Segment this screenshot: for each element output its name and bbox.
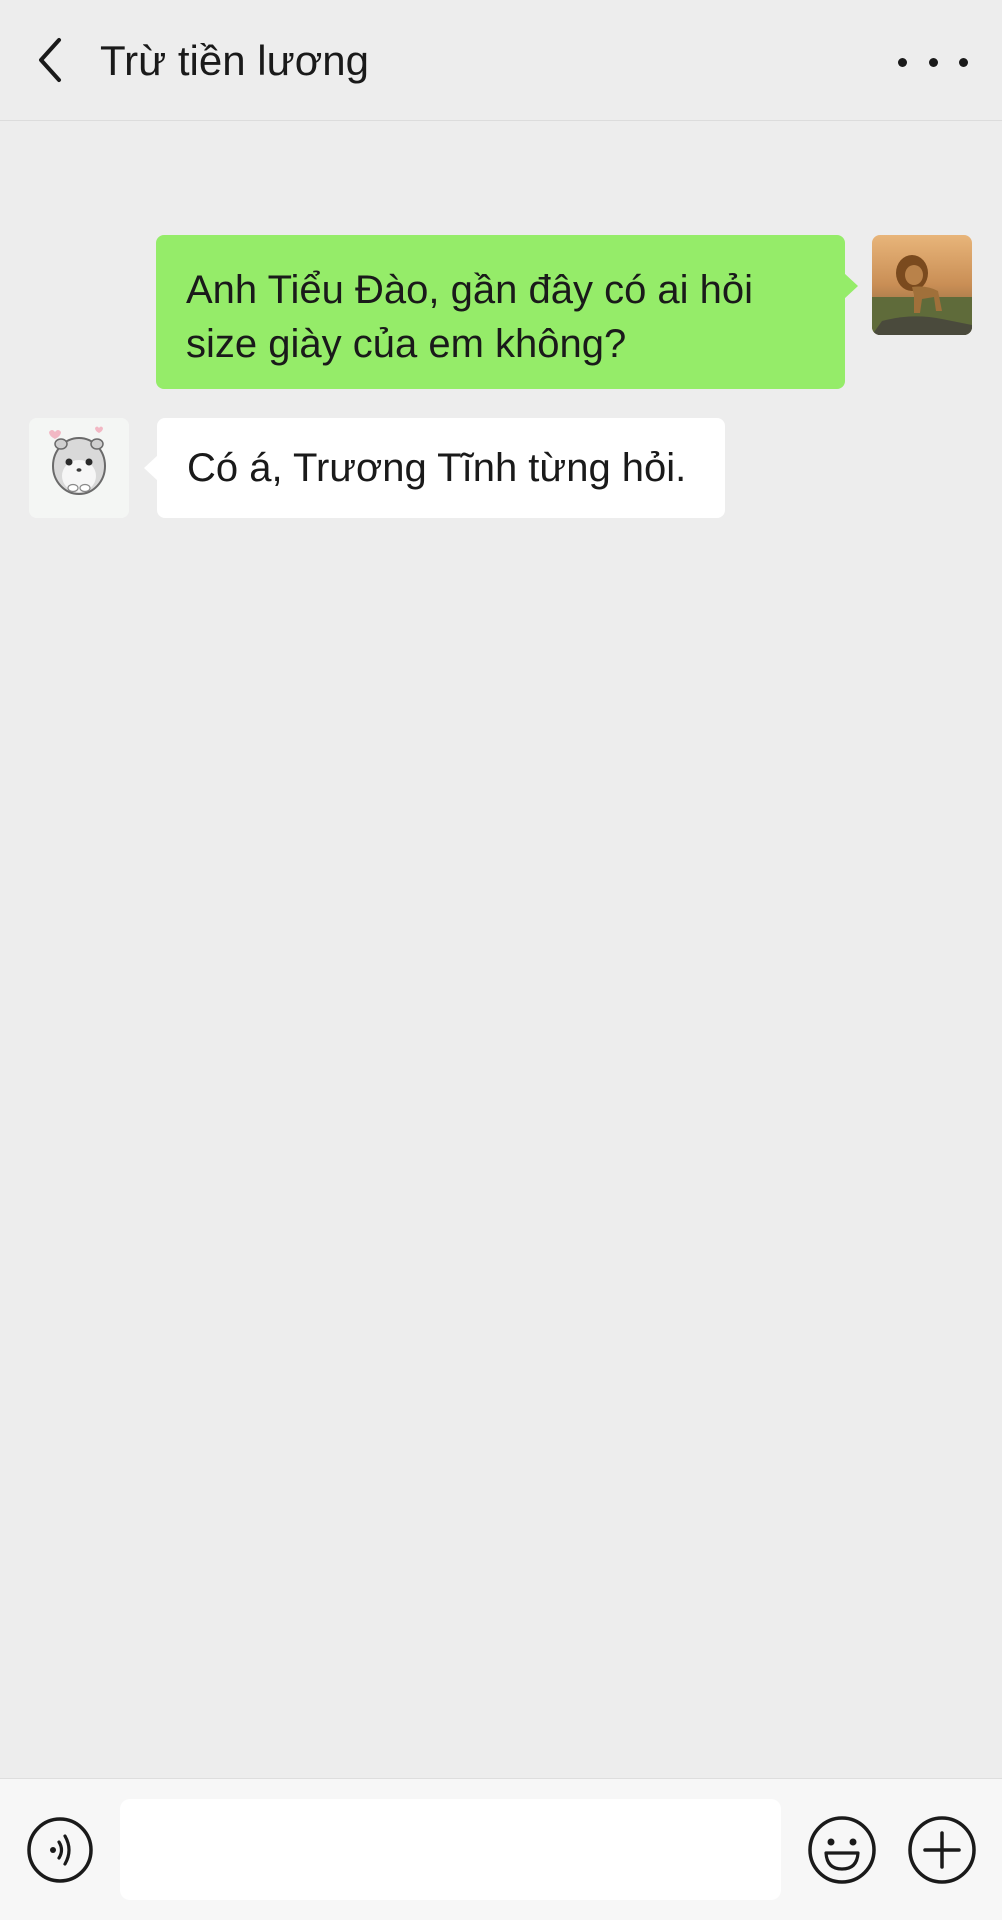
more-functions-button[interactable] bbox=[907, 1815, 977, 1885]
voice-icon bbox=[27, 1817, 93, 1883]
lion-avatar-icon bbox=[872, 235, 972, 335]
more-options-button[interactable] bbox=[898, 40, 968, 84]
sent-message-bubble[interactable]: Anh Tiểu Đào, gần đây có ai hỏi size già… bbox=[156, 235, 858, 389]
chat-header: Trừ tiền lương bbox=[0, 0, 1002, 121]
voice-button[interactable] bbox=[26, 1816, 94, 1884]
emoji-button[interactable] bbox=[807, 1815, 877, 1885]
plus-icon bbox=[908, 1816, 976, 1884]
chat-title: Trừ tiền lương bbox=[100, 37, 369, 84]
chevron-left-icon bbox=[39, 38, 61, 82]
more-dots-icon bbox=[898, 57, 907, 67]
back-button[interactable] bbox=[24, 30, 76, 90]
received-message-bubble[interactable]: Có á, Trương Tĩnh từng hỏi. bbox=[144, 418, 725, 518]
emoji-icon bbox=[808, 1816, 876, 1884]
message-input[interactable] bbox=[120, 1799, 781, 1900]
contact-avatar[interactable] bbox=[29, 418, 129, 518]
my-avatar[interactable] bbox=[872, 235, 972, 335]
hamster-avatar-icon bbox=[29, 418, 129, 518]
input-bar bbox=[0, 1778, 1002, 1920]
